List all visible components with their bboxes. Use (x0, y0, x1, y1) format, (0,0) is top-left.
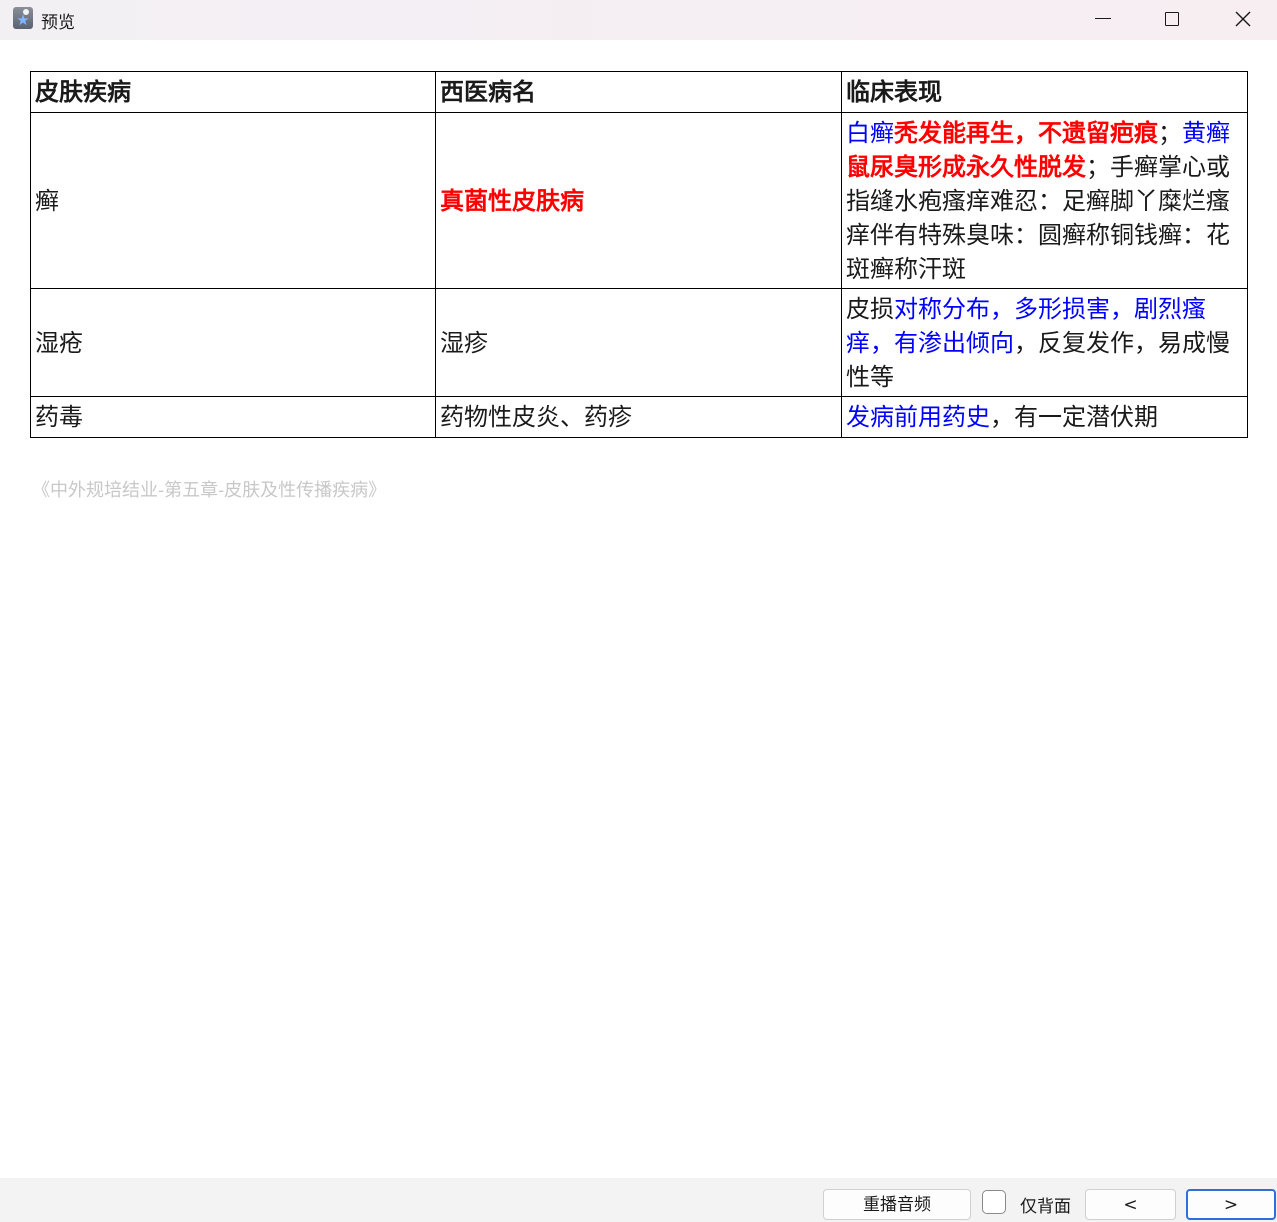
disease-cell: 湿疮 (30, 288, 436, 397)
card-content: 皮肤疾病 西医病名 临床表现 癣 真菌性皮肤病 白癣秃发能再生，不遗留疤痕；黄癣… (30, 71, 1248, 438)
disease-cell: 药毒 (30, 396, 436, 438)
window-title: 预览 (41, 13, 75, 33)
western-name-cell: 药物性皮炎、药疹 (435, 396, 842, 438)
app-star-icon: ★ (13, 7, 33, 29)
minimize-icon (1095, 18, 1111, 19)
close-button[interactable] (1207, 0, 1277, 40)
text-segment: 秃发能再生，不遗留疤痕 (894, 118, 1158, 147)
replay-audio-button[interactable]: 重播音频 (823, 1189, 971, 1220)
header-western-name: 西医病名 (435, 71, 842, 113)
preview-window: ★ 预览 皮肤疾病 西医病名 临床表现 癣 真菌性皮肤病 白癣秃发能再生，不遗留… (0, 0, 1277, 1222)
text-segment: 白癣 (846, 118, 894, 147)
western-name-cell: 湿疹 (435, 288, 842, 397)
source-note: 《中外规培结业-第五章-皮肤及性传播疾病》 (32, 480, 387, 501)
title-bar: ★ 预览 (0, 0, 1277, 40)
table-header-row: 皮肤疾病 西医病名 临床表现 (30, 71, 1248, 113)
table-row: 药毒 药物性皮炎、药疹 发病前用药史，有一定潜伏期 (30, 396, 1248, 438)
maximize-button[interactable] (1137, 0, 1207, 40)
manifestation-cell: 皮损对称分布，多形损害，剧烈瘙痒，有渗出倾向，反复发作，易成慢性等 (841, 288, 1248, 397)
text-segment: 发病前用药史 (846, 403, 990, 431)
previous-button[interactable]: < (1085, 1189, 1176, 1220)
manifestation-cell: 发病前用药史，有一定潜伏期 (841, 396, 1248, 438)
western-name-cell: 真菌性皮肤病 (435, 112, 842, 289)
text-segment: 黄癣 (1182, 118, 1230, 147)
header-skin-disease: 皮肤疾病 (30, 71, 436, 113)
manifestation-cell: 白癣秃发能再生，不遗留疤痕；黄癣鼠尿臭形成永久性脱发；手癣掌心或指缝水疱瘙痒难忍… (841, 112, 1248, 289)
close-icon (1235, 11, 1251, 27)
next-button[interactable]: > (1186, 1189, 1276, 1220)
text-segment: 皮损 (846, 294, 894, 323)
text-segment: ，有一定潜伏期 (990, 403, 1158, 431)
maximize-icon (1165, 12, 1179, 26)
table-row: 湿疮 湿疹 皮损对称分布，多形损害，剧烈瘙痒，有渗出倾向，反复发作，易成慢性等 (30, 288, 1248, 397)
text-segment: ； (1158, 118, 1182, 147)
table-row: 癣 真菌性皮肤病 白癣秃发能再生，不遗留疤痕；黄癣鼠尿臭形成永久性脱发；手癣掌心… (30, 112, 1248, 289)
text-segment: 鼠尿臭形成永久性脱发 (846, 152, 1086, 181)
back-only-checkbox[interactable] (982, 1190, 1006, 1214)
back-only-label: 仅背面 (1020, 1197, 1071, 1217)
disease-cell: 癣 (30, 112, 436, 289)
disease-table: 皮肤疾病 西医病名 临床表现 癣 真菌性皮肤病 白癣秃发能再生，不遗留疤痕；黄癣… (30, 71, 1248, 438)
minimize-button[interactable] (1068, 0, 1138, 40)
header-manifestation: 临床表现 (841, 71, 1248, 113)
